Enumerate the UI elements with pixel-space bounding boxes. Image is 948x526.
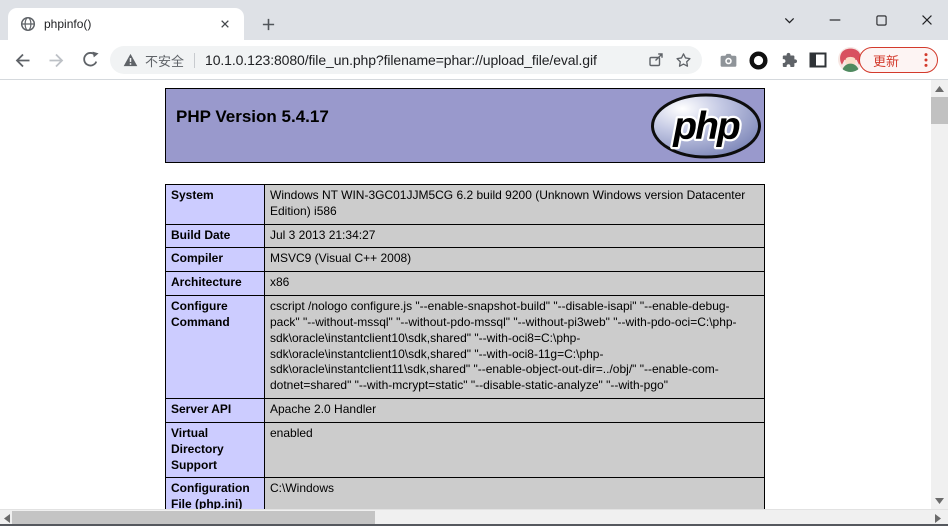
tab-close-icon[interactable] — [216, 15, 234, 33]
table-row: SystemWindows NT WIN-3GC01JJM5CG 6.2 bui… — [166, 185, 765, 225]
warning-triangle-icon[interactable] — [123, 53, 138, 67]
info-label-cell: Server API — [166, 399, 265, 423]
back-icon[interactable] — [10, 48, 34, 72]
php-version-header: PHP Version 5.4.17 php — [165, 88, 765, 163]
info-label-cell: Architecture — [166, 272, 265, 296]
minimize-icon[interactable] — [812, 0, 858, 40]
close-icon[interactable] — [904, 0, 948, 40]
globe-icon — [20, 16, 36, 32]
info-value-cell: MSVC9 (Visual C++ 2008) — [265, 248, 765, 272]
horizontal-scrollbar[interactable] — [0, 509, 948, 526]
maximize-icon[interactable] — [858, 0, 904, 40]
info-value-cell: cscript /nologo configure.js "--enable-s… — [265, 296, 765, 399]
omnibox-divider — [194, 53, 195, 68]
update-label: 更新 — [873, 51, 924, 70]
table-row: CompilerMSVC9 (Visual C++ 2008) — [166, 248, 765, 272]
ring-extension-icon[interactable] — [746, 48, 770, 72]
info-value-cell: enabled — [265, 422, 765, 477]
table-row: Configuration File (php.ini)C:\Windows — [166, 478, 765, 509]
update-menu-button[interactable]: 更新 — [859, 47, 938, 73]
address-bar[interactable]: 不安全 10.1.0.123:8080/file_un.php?filename… — [110, 46, 702, 74]
info-value-cell: Apache 2.0 Handler — [265, 399, 765, 423]
table-row: Configure Commandcscript /nologo configu… — [166, 296, 765, 399]
info-label-cell: System — [166, 185, 265, 225]
php-logo[interactable]: php — [650, 92, 762, 160]
tab-phpinfo[interactable]: phpinfo() — [8, 8, 244, 40]
info-value-cell: Windows NT WIN-3GC01JJM5CG 6.2 build 920… — [265, 185, 765, 225]
php-info-table-body: SystemWindows NT WIN-3GC01JJM5CG 6.2 bui… — [166, 185, 765, 510]
table-row: Architecturex86 — [166, 272, 765, 296]
page-content: PHP Version 5.4.17 php SystemWi — [0, 80, 931, 509]
share-icon[interactable] — [647, 51, 665, 69]
info-label-cell: Compiler — [166, 248, 265, 272]
php-logo-text: php — [672, 105, 740, 148]
table-row: Build DateJul 3 2013 21:34:27 — [166, 224, 765, 248]
scroll-right-arrow-icon[interactable] — [931, 510, 945, 526]
puzzle-extensions-icon[interactable] — [776, 48, 800, 72]
forward-icon[interactable] — [44, 48, 68, 72]
php-info-table: SystemWindows NT WIN-3GC01JJM5CG 6.2 bui… — [165, 184, 765, 509]
info-value-cell: x86 — [265, 272, 765, 296]
tab-bar: phpinfo() — [0, 0, 948, 40]
star-icon[interactable] — [675, 52, 692, 69]
info-value-cell: C:\Windows — [265, 478, 765, 509]
table-row: Server APIApache 2.0 Handler — [166, 399, 765, 423]
info-label-cell: Virtual Directory Support — [166, 422, 265, 477]
chevron-down-icon[interactable] — [766, 0, 812, 40]
horizontal-scroll-thumb[interactable] — [12, 511, 375, 526]
new-tab-button[interactable] — [254, 10, 282, 38]
menu-dots-icon — [924, 52, 928, 68]
security-label: 不安全 — [145, 51, 184, 70]
vertical-scrollbar[interactable] — [931, 80, 948, 509]
scroll-down-arrow-icon[interactable] — [931, 492, 948, 509]
info-label-cell: Configuration File (php.ini) — [166, 478, 265, 509]
scroll-up-arrow-icon[interactable] — [931, 80, 948, 97]
tab-title: phpinfo() — [44, 17, 216, 31]
camera-icon[interactable] — [716, 48, 740, 72]
info-label-cell: Build Date — [166, 224, 265, 248]
info-label-cell: Configure Command — [166, 296, 265, 399]
browser-window: phpinfo() — [0, 0, 948, 526]
reload-icon[interactable] — [78, 48, 102, 72]
vertical-scroll-thumb[interactable] — [931, 97, 948, 124]
phpinfo-container: PHP Version 5.4.17 php SystemWi — [165, 88, 765, 509]
table-row: Virtual Directory Supportenabled — [166, 422, 765, 477]
sidebar-icon[interactable] — [806, 48, 830, 72]
browser-toolbar: 不安全 10.1.0.123:8080/file_un.php?filename… — [0, 40, 948, 80]
url-text[interactable]: 10.1.0.123:8080/file_un.php?filename=pha… — [205, 52, 637, 68]
info-value-cell: Jul 3 2013 21:34:27 — [265, 224, 765, 248]
